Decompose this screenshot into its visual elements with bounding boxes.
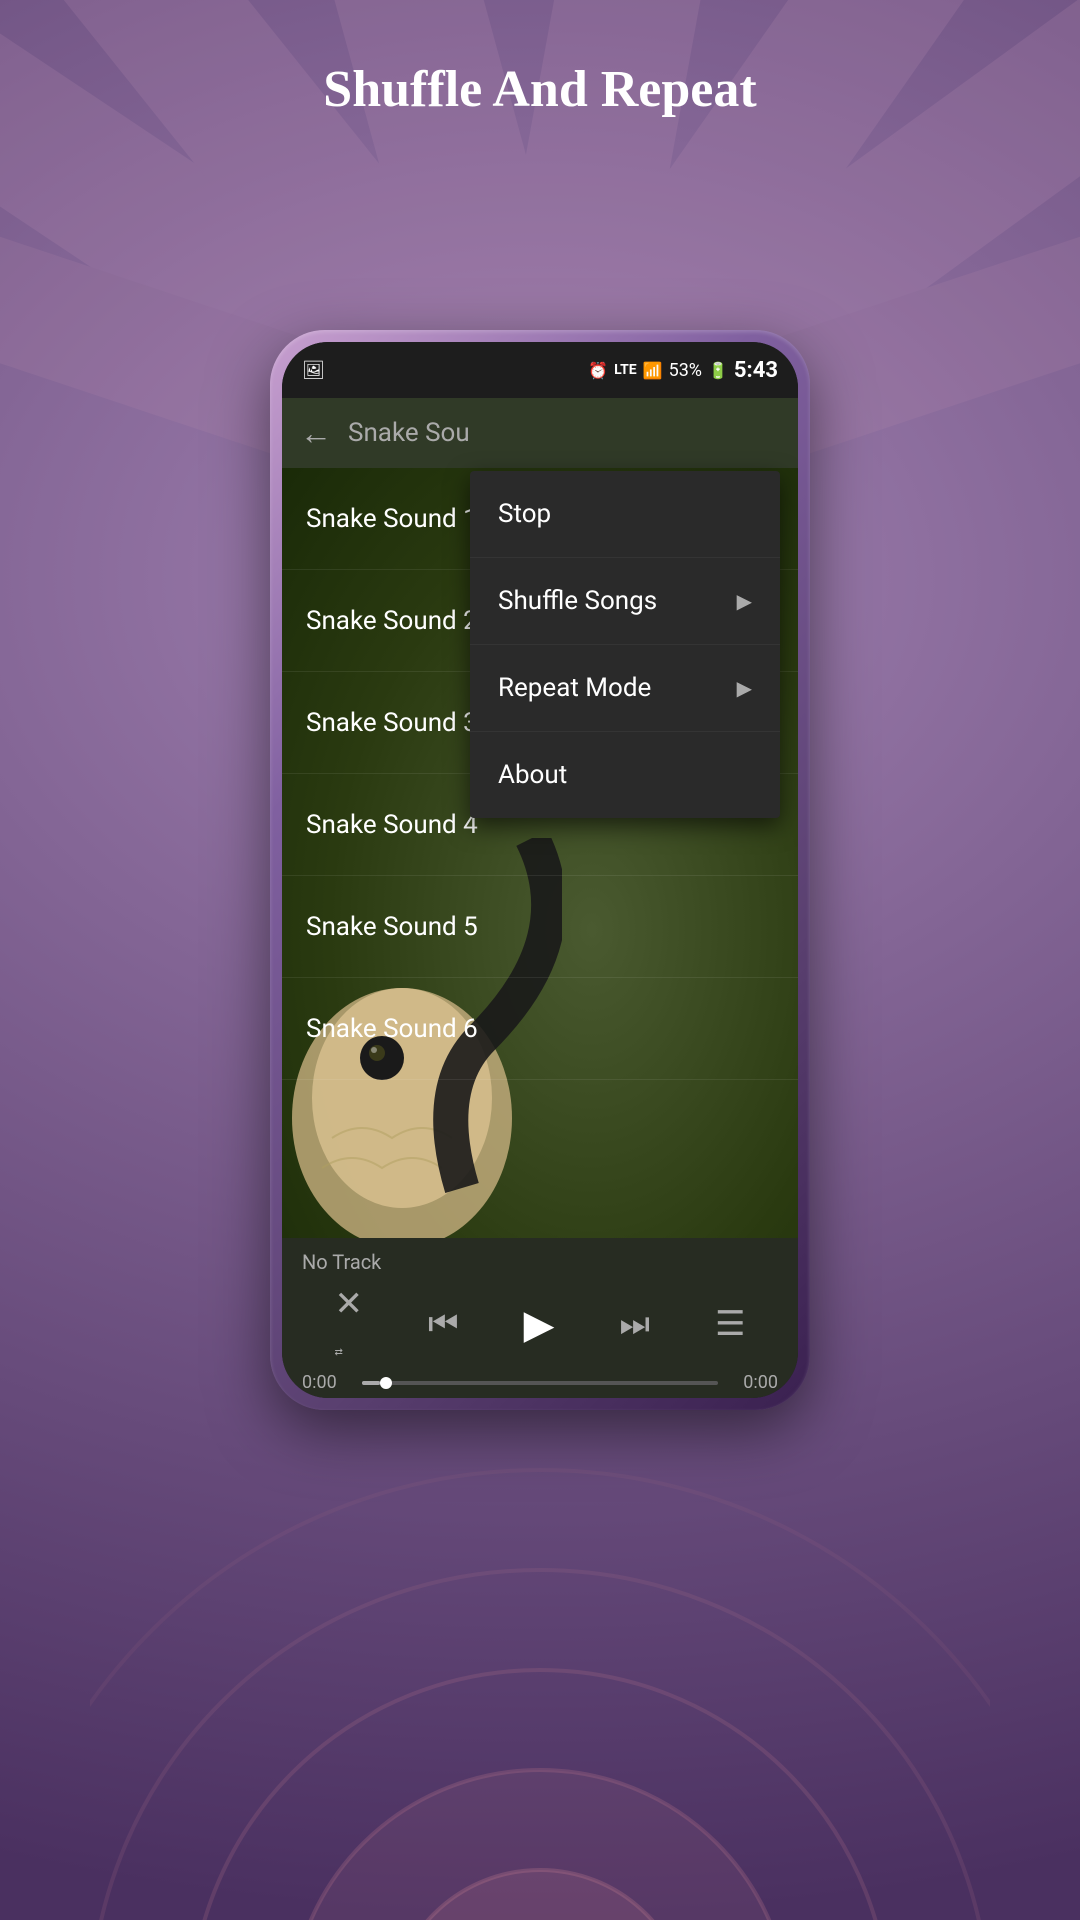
shuffle-arrow: ▶ (737, 589, 752, 613)
toolbar-title: Snake Sou (348, 418, 764, 448)
stop-label: Stop (498, 499, 551, 529)
shuffle-button[interactable]: ✕⇄ (335, 1284, 364, 1364)
player-controls: ✕⇄ ⏮ ▶ ⏭ ☰ (302, 1284, 778, 1364)
context-menu: Stop Shuffle Songs ▶ Repeat Mode ▶ About (470, 471, 780, 818)
menu-item-stop[interactable]: Stop (470, 471, 780, 558)
song-item-6[interactable]: Snake Sound 6 (282, 978, 798, 1080)
toolbar: ← Snake Sou Stop Shuffle Songs ▶ (282, 398, 798, 468)
menu-item-repeat[interactable]: Repeat Mode ▶ (470, 645, 780, 732)
next-button[interactable]: ⏭ (619, 1304, 650, 1344)
menu-item-shuffle[interactable]: Shuffle Songs ▶ (470, 558, 780, 645)
bottom-player: No Track ✕⇄ ⏮ ▶ ⏭ ☰ 0:00 0:00 (282, 1238, 798, 1398)
phone-inner: 🖼 ⏰ LTE 📶 53% 🔋 5:43 ← Snake Sou (282, 342, 798, 1398)
repeat-button[interactable]: ☰ (715, 1304, 745, 1344)
signal-icon: 📶 (643, 361, 663, 380)
song-label-5: Snake Sound 5 (306, 912, 478, 942)
phone-outer: 🖼 ⏰ LTE 📶 53% 🔋 5:43 ← Snake Sou (270, 330, 810, 1410)
status-time: 5:43 (734, 358, 778, 383)
status-bar: 🖼 ⏰ LTE 📶 53% 🔋 5:43 (282, 342, 798, 398)
player-track: No Track (302, 1250, 778, 1274)
menu-item-about[interactable]: About (470, 732, 780, 818)
battery-icon: 🔋 (708, 361, 728, 380)
song-label-1: Snake Sound 1 (306, 504, 478, 534)
song-item-5[interactable]: Snake Sound 5 (282, 876, 798, 978)
repeat-label: Repeat Mode (498, 673, 651, 703)
battery-percent: 53% (669, 360, 702, 381)
song-label-4: Snake Sound 4 (306, 810, 478, 840)
page-title: Shuffle And Repeat (0, 60, 1080, 119)
status-left: 🖼 (302, 360, 325, 381)
time-end: 0:00 (728, 1372, 778, 1393)
song-label-2: Snake Sound 2 (306, 606, 478, 636)
prev-button[interactable]: ⏮ (428, 1304, 459, 1344)
time-start: 0:00 (302, 1372, 352, 1393)
player-progress: 0:00 0:00 (302, 1372, 778, 1393)
progress-bar[interactable] (362, 1381, 718, 1385)
song-label-6: Snake Sound 6 (306, 1014, 478, 1044)
back-button[interactable]: ← (300, 414, 332, 452)
song-label-3: Snake Sound 3 (306, 708, 478, 738)
repeat-arrow: ▶ (737, 676, 752, 700)
phone-frame: 🖼 ⏰ LTE 📶 53% 🔋 5:43 ← Snake Sou (270, 330, 810, 1410)
lte-badge: LTE (614, 362, 637, 378)
progress-fill (362, 1381, 380, 1385)
status-right: ⏰ LTE 📶 53% 🔋 5:43 (588, 358, 778, 383)
rings-decoration (90, 1420, 990, 1920)
progress-handle[interactable] (380, 1377, 392, 1389)
alarm-icon: ⏰ (588, 361, 608, 380)
shuffle-label: Shuffle Songs (498, 586, 657, 616)
notification-icon: 🖼 (302, 360, 325, 381)
about-label: About (498, 760, 567, 790)
play-button[interactable]: ▶ (524, 1301, 555, 1348)
